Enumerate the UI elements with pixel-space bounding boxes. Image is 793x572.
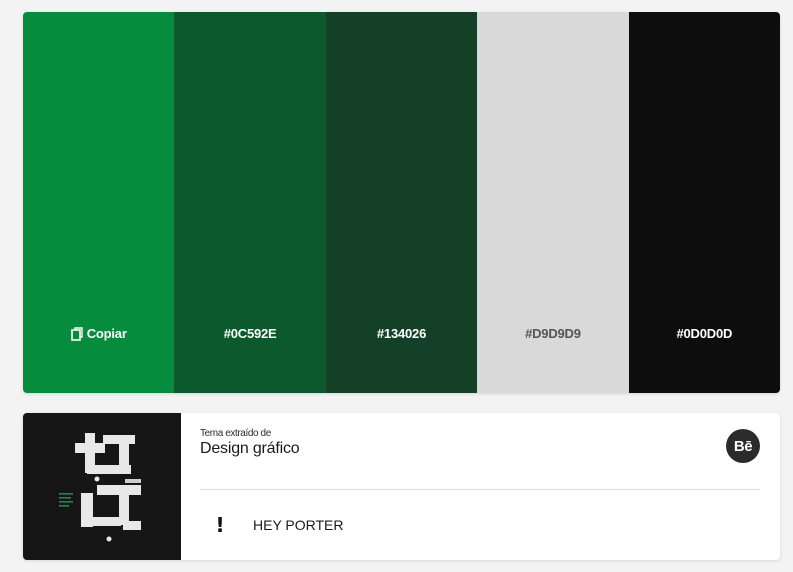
swatch-2[interactable]: #0C592E xyxy=(174,12,326,393)
copy-label: Copiar xyxy=(86,326,127,341)
copy-button[interactable]: Copiar xyxy=(23,326,174,341)
category-link[interactable]: Design gráfico xyxy=(200,440,300,458)
color-palette: Copiar #0C592E #134026 #D9D9D9 #0D0D0D xyxy=(23,12,780,393)
swatch-5[interactable]: #0D0D0D xyxy=(628,12,780,393)
source-thumbnail[interactable] xyxy=(23,413,181,560)
author-avatar-icon: ! xyxy=(215,513,225,537)
arabic-calligraphy-artwork xyxy=(59,433,141,542)
swatch-hex-label: #134026 xyxy=(376,326,427,341)
swatch-4[interactable]: #D9D9D9 xyxy=(477,12,629,393)
swatch-hex-label: #0C592E xyxy=(223,326,277,341)
source-card: Tema extraído de Design gráfico Bē ! HEY… xyxy=(23,413,780,560)
swatch-1[interactable]: Copiar xyxy=(23,12,175,393)
copy-icon xyxy=(70,326,84,341)
divider xyxy=(200,489,760,490)
author-name: HEY PORTER xyxy=(253,517,344,533)
author-link[interactable]: ! HEY PORTER xyxy=(200,513,344,537)
behance-icon[interactable]: Bē xyxy=(726,429,760,463)
swatch-hex-label: #0D0D0D xyxy=(676,326,733,341)
swatch-hex-label: #D9D9D9 xyxy=(525,326,581,341)
swatch-3[interactable]: #134026 xyxy=(325,12,478,393)
source-info: Tema extraído de Design gráfico Bē ! HEY… xyxy=(200,413,760,560)
extracted-from-label: Tema extraído de xyxy=(200,428,271,439)
